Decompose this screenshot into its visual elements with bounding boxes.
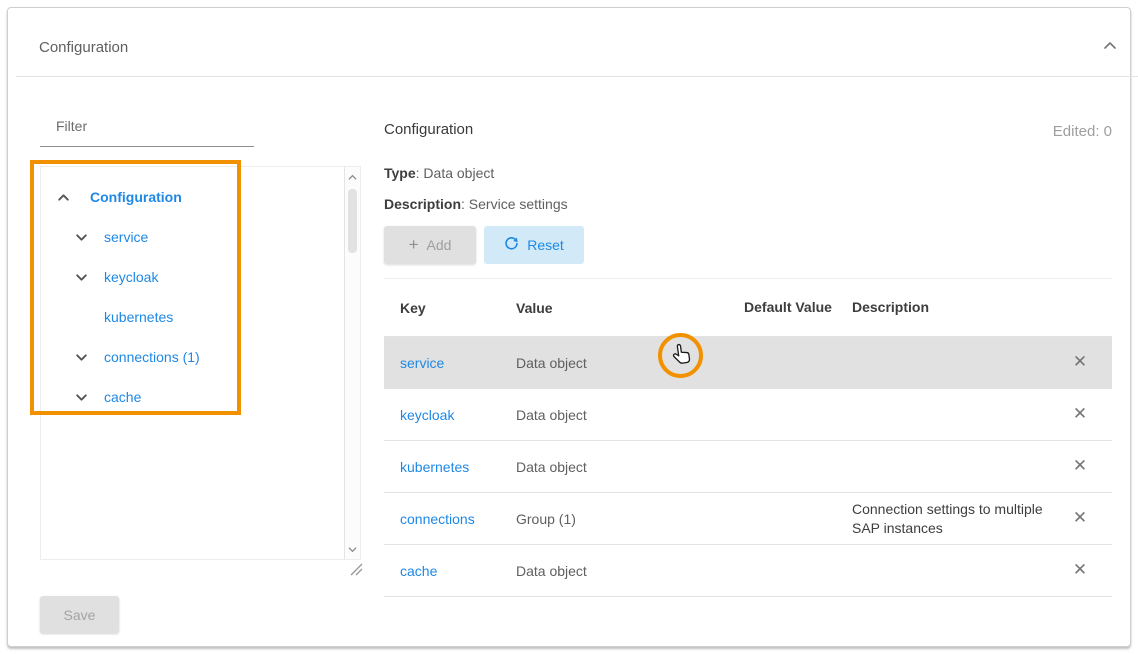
description-value: : Service settings [461,196,568,212]
add-button-label: Add [427,237,452,253]
tree-item-label: Configuration [90,189,182,205]
tree-item-label: service [104,229,148,245]
chevron-up-icon [1103,39,1117,58]
detail-title: Configuration [384,121,473,138]
add-button[interactable]: + Add [384,226,476,264]
column-header-key: Key [384,300,500,316]
table-row[interactable]: connections Group (1) Connection setting… [384,493,1112,545]
scroll-up-icon[interactable] [345,169,360,185]
edited-counter: Edited: 0 [912,123,1112,140]
delete-icon[interactable]: ✕ [1073,458,1087,475]
configuration-tree-panel: Configuration service keycloak kubernete… [40,166,361,560]
tree-item-keycloak[interactable]: keycloak [41,257,341,297]
save-button[interactable]: Save [40,596,119,633]
scrollbar-thumb[interactable] [348,189,357,253]
tree-item-configuration-root[interactable]: Configuration [41,177,341,217]
column-header-value: Value [500,300,740,316]
value-cell: Data object [500,563,740,579]
description-cell: Connection settings to multiple SAP inst… [836,500,1048,536]
reset-button-label: Reset [527,237,564,253]
type-value: : Data object [416,165,495,181]
tree-item-cache[interactable]: cache [41,377,341,417]
tree-item-label: keycloak [104,269,158,285]
scroll-down-icon[interactable] [345,541,360,557]
delete-icon[interactable]: ✕ [1073,354,1087,371]
value-cell: Group (1) [500,511,740,527]
key-link[interactable]: connections [400,511,475,527]
table-header-row: Key Value Default Value Description [384,279,1112,337]
key-link[interactable]: cache [400,563,437,579]
refresh-icon [504,236,519,254]
value-cell: Data object [500,355,740,371]
chevron-up-icon[interactable] [57,191,70,204]
configuration-screen: Configuration Filter Configuration [0,0,1138,654]
plus-icon: + [409,235,419,255]
table-row[interactable]: keycloak Data object ✕ [384,389,1112,441]
tree-item-label: kubernetes [104,309,173,325]
chevron-down-icon[interactable] [75,391,88,404]
key-link[interactable]: kubernetes [400,459,469,475]
configuration-table: Key Value Default Value Description serv… [384,278,1112,597]
resize-grip-icon[interactable] [349,562,363,576]
value-cell: Data object [500,459,740,475]
configuration-card: Configuration Filter Configuration [7,7,1131,647]
chevron-down-icon[interactable] [75,351,88,364]
chevron-down-icon[interactable] [75,271,88,284]
tree-item-label: connections (1) [104,349,200,365]
tree-item-kubernetes[interactable]: kubernetes [41,297,341,337]
panel-title: Configuration [39,39,128,56]
column-header-default-value: Default Value [740,299,836,317]
column-header-description: Description [836,298,1048,316]
tree-item-service[interactable]: service [41,217,341,257]
table-row[interactable]: service Data object ✕ [384,337,1112,389]
delete-icon[interactable]: ✕ [1073,510,1087,527]
key-link[interactable]: service [400,355,444,371]
description-line: Description: Service settings [384,196,568,212]
filter-field: Filter [40,108,254,147]
filter-input[interactable] [40,108,254,146]
tree-scrollbar[interactable] [344,167,360,559]
type-label: Type [384,165,416,181]
header-divider [16,76,1138,77]
chevron-down-icon[interactable] [75,231,88,244]
tree-item-label: cache [104,389,141,405]
table-row[interactable]: kubernetes Data object ✕ [384,441,1112,493]
table-row[interactable]: cache Data object ✕ [384,545,1112,597]
description-label: Description [384,196,461,212]
delete-icon[interactable]: ✕ [1073,406,1087,423]
value-cell: Data object [500,407,740,423]
reset-button[interactable]: Reset [484,226,584,264]
tree-item-connections[interactable]: connections (1) [41,337,341,377]
key-link[interactable]: keycloak [400,407,454,423]
delete-icon[interactable]: ✕ [1073,562,1087,579]
type-line: Type: Data object [384,165,494,181]
collapse-panel-button[interactable] [1098,36,1122,60]
